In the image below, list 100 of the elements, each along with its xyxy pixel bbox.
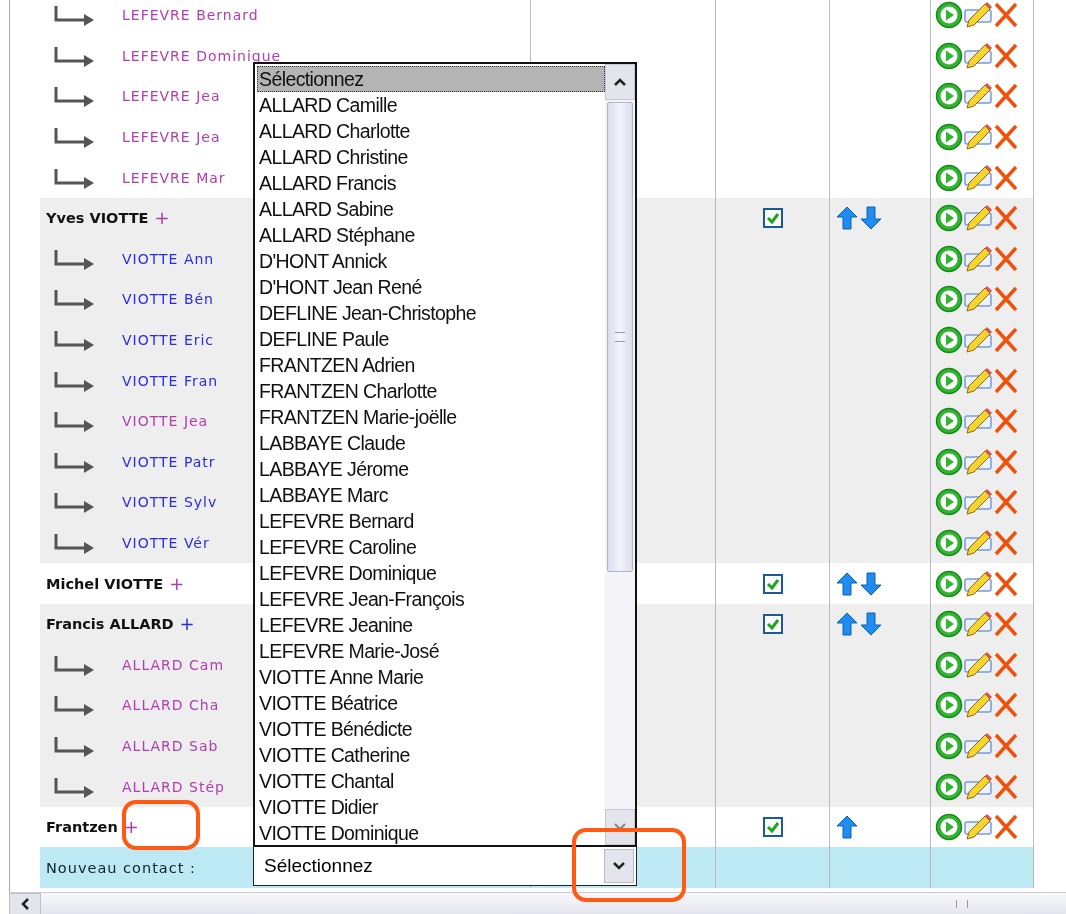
- pencil-icon[interactable]: [963, 285, 993, 314]
- delete-icon[interactable]: [993, 82, 1019, 111]
- delete-icon[interactable]: [993, 123, 1019, 152]
- dropdown-option[interactable]: FRANTZEN Adrien: [257, 352, 605, 378]
- dropdown-option[interactable]: LEFEVRE Jeanine: [257, 612, 605, 638]
- checkbox[interactable]: [762, 208, 783, 229]
- dropdown-option[interactable]: ALLARD Christine: [257, 144, 605, 170]
- dropdown-option[interactable]: ALLARD Stéphane: [257, 222, 605, 248]
- contact-name[interactable]: LEFEVRE Mar: [122, 169, 226, 186]
- move-down-icon[interactable]: [860, 206, 882, 231]
- contact-name[interactable]: LEFEVRE Jea: [122, 129, 221, 146]
- dropdown-option[interactable]: ALLARD Camille: [257, 92, 605, 118]
- delete-icon[interactable]: [993, 326, 1019, 355]
- pencil-icon[interactable]: [963, 488, 993, 517]
- contact-name[interactable]: VIOTTE Sylv: [122, 494, 218, 511]
- play-icon[interactable]: [935, 82, 963, 111]
- play-icon[interactable]: [935, 407, 963, 436]
- pencil-icon[interactable]: [963, 569, 993, 598]
- pencil-icon[interactable]: [963, 1, 993, 30]
- checkbox[interactable]: [762, 573, 783, 594]
- move-up-icon[interactable]: [836, 206, 858, 231]
- dropdown-option[interactable]: D'HONT Jean René: [257, 274, 605, 300]
- contact-name[interactable]: VIOTTE Ann: [122, 250, 215, 267]
- pencil-icon[interactable]: [963, 447, 993, 476]
- play-icon[interactable]: [935, 204, 963, 233]
- add-link[interactable]: +: [154, 209, 170, 228]
- pencil-icon[interactable]: [963, 326, 993, 355]
- dropdown-option[interactable]: VIOTTE Dominique: [257, 820, 605, 846]
- dropdown-option[interactable]: LABBAYE Jérome: [257, 456, 605, 482]
- dropdown-option[interactable]: LEFEVRE Marie-José: [257, 638, 605, 664]
- play-icon[interactable]: [935, 285, 963, 314]
- move-up-icon[interactable]: [836, 612, 858, 637]
- dropdown-option[interactable]: VIOTTE Didier: [257, 794, 605, 820]
- scroll-left-button[interactable]: [9, 893, 41, 914]
- move-up-icon[interactable]: [836, 815, 858, 840]
- pencil-icon[interactable]: [963, 813, 993, 842]
- move-down-icon[interactable]: [860, 612, 882, 637]
- delete-icon[interactable]: [993, 1, 1019, 30]
- pencil-icon[interactable]: [963, 204, 993, 233]
- delete-icon[interactable]: [993, 41, 1019, 70]
- delete-icon[interactable]: [993, 691, 1019, 720]
- dropdown-option[interactable]: LEFEVRE Caroline: [257, 534, 605, 560]
- delete-icon[interactable]: [993, 204, 1019, 233]
- delete-icon[interactable]: [993, 163, 1019, 192]
- dropdown-option[interactable]: LABBAYE Claude: [257, 430, 605, 456]
- pencil-icon[interactable]: [963, 407, 993, 436]
- pencil-icon[interactable]: [963, 244, 993, 273]
- contact-name[interactable]: VIOTTE Eric: [122, 332, 215, 349]
- delete-icon[interactable]: [993, 650, 1019, 679]
- delete-icon[interactable]: [993, 772, 1019, 801]
- dropdown-option[interactable]: LEFEVRE Bernard: [257, 508, 605, 534]
- play-icon[interactable]: [935, 163, 963, 192]
- pencil-icon[interactable]: [963, 650, 993, 679]
- play-icon[interactable]: [935, 488, 963, 517]
- delete-icon[interactable]: [993, 732, 1019, 760]
- pencil-icon[interactable]: [963, 366, 993, 395]
- pencil-icon[interactable]: [963, 82, 993, 111]
- contact-name[interactable]: LEFEVRE Jea: [122, 88, 221, 105]
- pencil-icon[interactable]: [963, 691, 993, 720]
- dropdown-option[interactable]: VIOTTE Chantal: [257, 768, 605, 794]
- dropdown-option[interactable]: FRANTZEN Marie-joëlle: [257, 404, 605, 430]
- scroll-thumb[interactable]: [607, 102, 633, 572]
- delete-icon[interactable]: [993, 813, 1019, 842]
- dropdown-option[interactable]: VIOTTE Bénédicte: [257, 716, 605, 742]
- play-icon[interactable]: [935, 732, 963, 760]
- contact-select[interactable]: Sélectionnez: [253, 846, 637, 886]
- play-icon[interactable]: [935, 691, 963, 720]
- move-up-icon[interactable]: [836, 571, 858, 596]
- contact-name[interactable]: ALLARD Sab: [122, 738, 219, 754]
- dropdown-option[interactable]: ALLARD Francis: [257, 170, 605, 196]
- add-link[interactable]: +: [123, 818, 139, 837]
- delete-icon[interactable]: [993, 488, 1019, 517]
- play-icon[interactable]: [935, 366, 963, 395]
- contact-name[interactable]: VIOTTE Fran: [122, 372, 219, 389]
- delete-icon[interactable]: [993, 529, 1019, 557]
- contact-name[interactable]: VIOTTE Bén: [122, 291, 214, 308]
- dropdown-option[interactable]: VIOTTE Béatrice: [257, 690, 605, 716]
- contact-name[interactable]: VIOTTE Vér: [122, 535, 210, 551]
- play-icon[interactable]: [935, 41, 963, 70]
- contact-name[interactable]: VIOTTE Jea: [122, 413, 209, 430]
- pencil-icon[interactable]: [963, 163, 993, 192]
- pencil-icon[interactable]: [963, 610, 993, 639]
- dropdown-option[interactable]: LEFEVRE Jean-François: [257, 586, 605, 612]
- play-icon[interactable]: [935, 529, 963, 557]
- pencil-icon[interactable]: [963, 732, 993, 760]
- play-icon[interactable]: [935, 610, 963, 639]
- contact-name[interactable]: ALLARD Cam: [122, 656, 225, 673]
- vertical-scrollbar[interactable]: [605, 64, 635, 845]
- play-icon[interactable]: [935, 1, 963, 30]
- dropdown-button[interactable]: [604, 849, 634, 883]
- pencil-icon[interactable]: [963, 41, 993, 70]
- move-down-icon[interactable]: [860, 571, 882, 596]
- dropdown-option[interactable]: ALLARD Sabine: [257, 196, 605, 222]
- horizontal-scrollbar[interactable]: [9, 892, 1066, 914]
- play-icon[interactable]: [935, 813, 963, 842]
- pencil-icon[interactable]: [963, 772, 993, 801]
- contact-name[interactable]: LEFEVRE Dominique: [122, 47, 282, 64]
- contact-name[interactable]: ALLARD Stép: [122, 778, 225, 795]
- play-icon[interactable]: [935, 447, 963, 476]
- dropdown-option[interactable]: FRANTZEN Charlotte: [257, 378, 605, 404]
